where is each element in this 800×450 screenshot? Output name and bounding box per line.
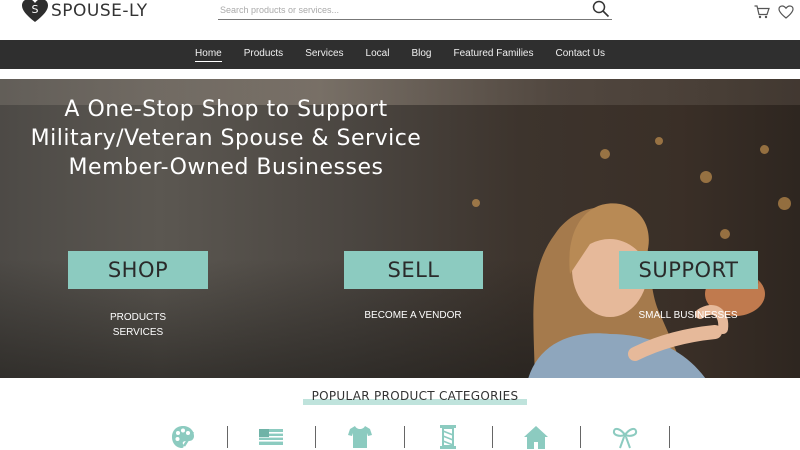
shop-button[interactable]: SHOP [68,251,208,289]
search-input[interactable] [218,1,578,19]
nav-item-home[interactable]: Home [195,48,222,62]
category-icons-row [170,424,700,450]
shop-products-link[interactable]: PRODUCTS [88,310,188,325]
nav-item-featured-families[interactable]: Featured Families [453,48,533,61]
bokeh-light [655,137,663,145]
palette-icon [172,426,195,448]
become-vendor-link[interactable]: BECOME A VENDOR [343,308,483,323]
small-businesses-link[interactable]: SMALL BUSINESSES [613,308,763,323]
category-apparel[interactable] [347,424,373,450]
cart-icon[interactable] [754,5,770,19]
nav-item-products[interactable]: Products [244,48,283,61]
sell-subtext: BECOME A VENDOR [343,308,483,323]
hero-title: A One-Stop Shop to Support Military/Vete… [0,95,452,182]
nav-item-blog[interactable]: Blog [411,48,431,61]
popular-categories-heading: POPULAR PRODUCT CATEGORIES [303,389,527,407]
home-icon [524,426,549,449]
flag-icon [259,429,284,445]
tshirt-icon [347,426,372,448]
shop-services-link[interactable]: SERVICES [88,325,188,340]
sell-button[interactable]: SELL [344,251,483,289]
brand-logo[interactable]: S SPOUSE-LY [22,0,148,22]
main-nav: Home Products Services Local Blog Featur… [0,40,800,69]
hero-title-line: Military/Veteran Spouse & Service [30,126,422,151]
support-subtext: SMALL BUSINESSES [613,308,763,323]
brand-name: SPOUSE-LY [51,1,148,21]
category-kids[interactable] [612,424,638,450]
bokeh-light [472,199,480,207]
hero-title-line: Member-Owned Businesses [68,155,384,180]
category-art[interactable] [170,424,196,450]
hero-title-line: A One-Stop Shop to Support [64,97,388,122]
shop-subtext: PRODUCTS SERVICES [88,310,188,340]
header-actions [754,5,794,19]
bow-icon [612,427,637,449]
category-sewing[interactable] [435,424,461,450]
category-home[interactable] [523,424,549,450]
nav-item-local[interactable]: Local [366,48,390,61]
site-header: S SPOUSE-LY [0,0,800,40]
thread-spool-icon [439,425,456,449]
nav-item-contact-us[interactable]: Contact Us [556,48,605,61]
category-patriotic[interactable] [258,424,284,450]
bokeh-light [760,145,769,154]
search-icon[interactable] [592,0,610,18]
wishlist-heart-icon[interactable] [778,5,794,19]
support-button[interactable]: SUPPORT [619,251,758,289]
logo-mark: S [32,3,39,16]
search-bar [218,0,612,20]
bokeh-light [600,149,610,159]
heart-logo-icon: S [22,0,48,22]
nav-item-services[interactable]: Services [305,48,343,61]
hero-banner: A One-Stop Shop to Support Military/Vete… [0,79,800,378]
